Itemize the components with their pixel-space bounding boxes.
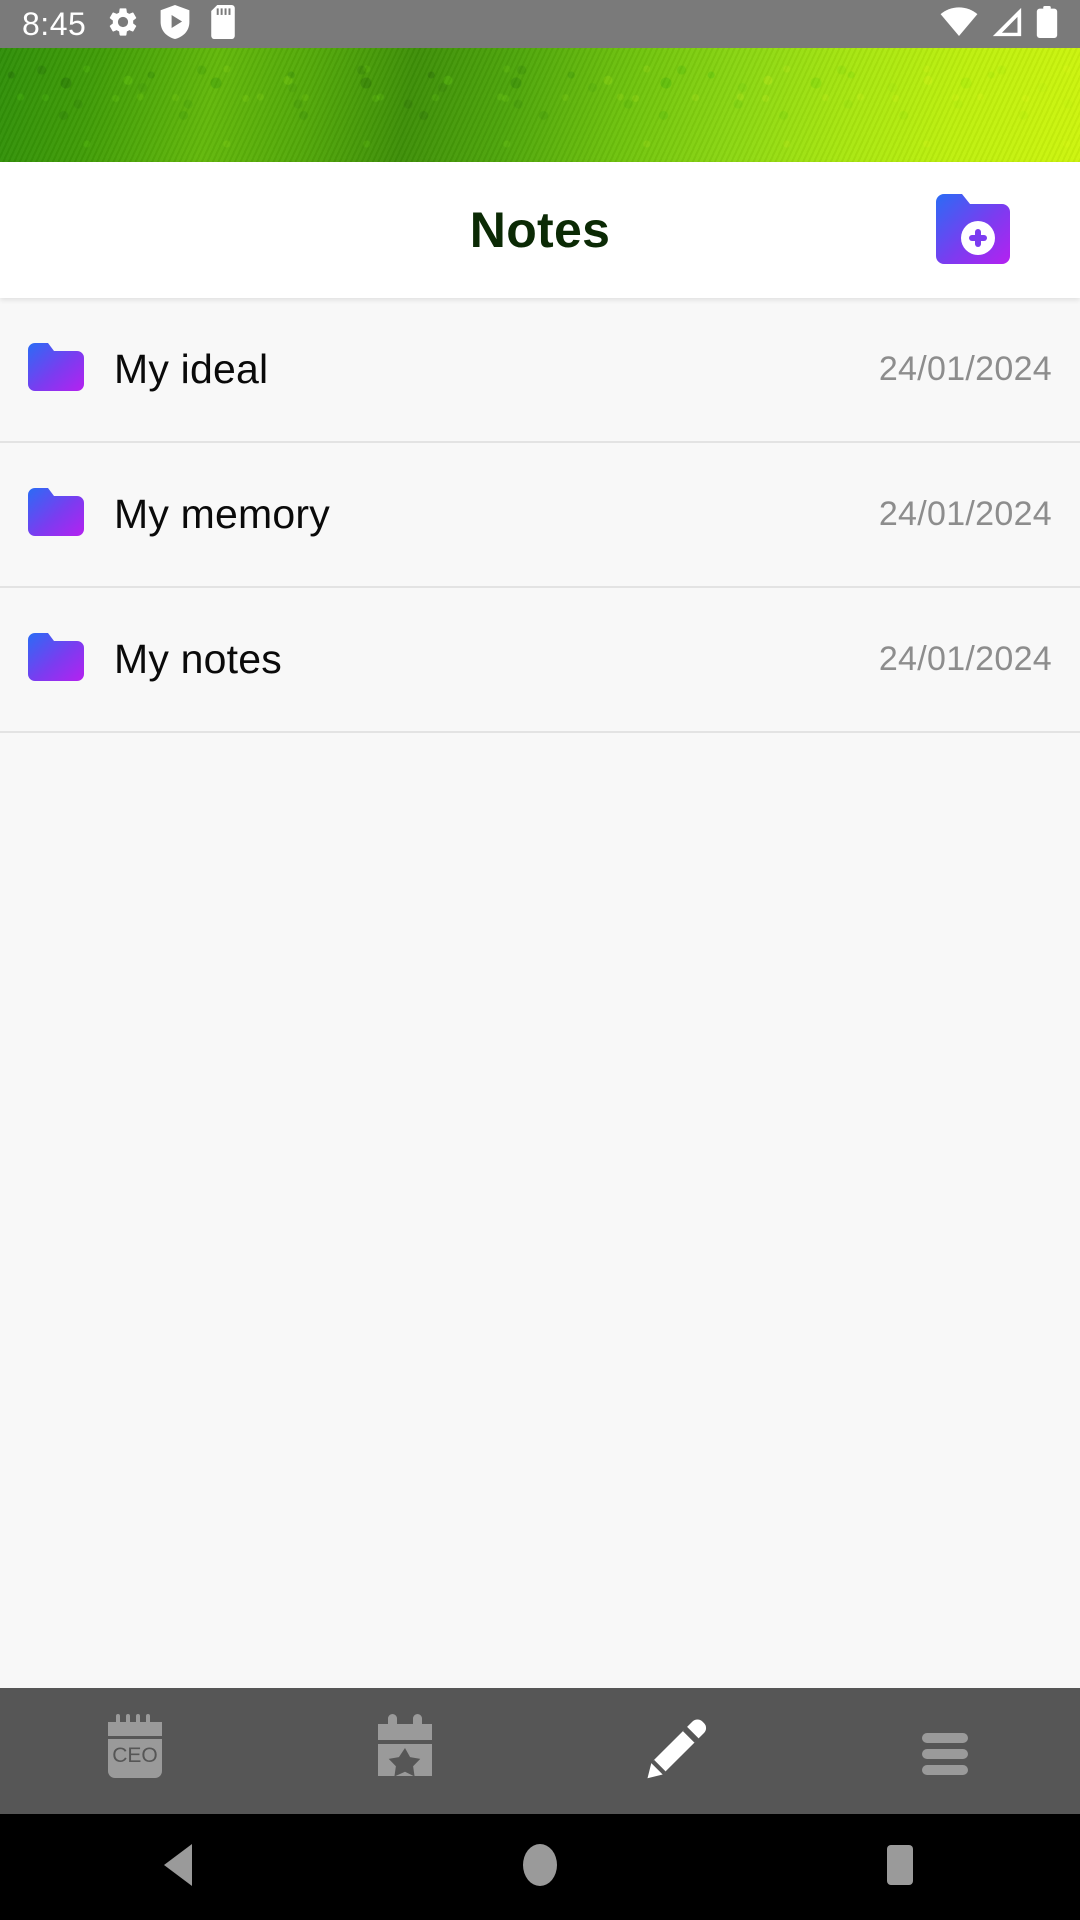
status-bar: 8:45 <box>0 0 1080 48</box>
sd-card-icon <box>210 4 236 44</box>
tab-menu[interactable] <box>810 1688 1080 1814</box>
row-date: 24/01/2024 <box>878 350 1052 388</box>
folder-list: My ideal 24/01/2024 My memory 24/01/2024… <box>0 298 1080 1688</box>
row-date: 24/01/2024 <box>878 495 1052 533</box>
pencil-icon <box>640 1712 710 1791</box>
row-title: My notes <box>114 636 282 682</box>
status-bar-left: 8:45 <box>22 4 236 44</box>
android-navigation-bar <box>0 1814 1080 1920</box>
gear-icon <box>106 5 140 44</box>
status-bar-right <box>940 5 1058 43</box>
tab-edit[interactable] <box>540 1688 810 1814</box>
add-folder-button[interactable] <box>932 194 1014 266</box>
app-header: Notes <box>0 162 1080 298</box>
status-bar-clock: 8:45 <box>22 5 87 42</box>
cellular-signal-icon <box>990 7 1024 42</box>
phone-screen: 8:45 Notes My ideal 24/01/2024 My memory… <box>0 0 1080 1920</box>
back-triangle-icon <box>160 1842 200 1893</box>
table-row[interactable]: My notes 24/01/2024 <box>0 588 1080 733</box>
recents-square-icon <box>879 1842 921 1893</box>
banner-grain-layer <box>0 48 1080 162</box>
folder-icon <box>28 633 84 686</box>
green-texture-banner <box>0 48 1080 162</box>
row-title: My memory <box>114 491 330 537</box>
nav-back-button[interactable] <box>0 1814 360 1920</box>
row-date: 24/01/2024 <box>878 640 1052 678</box>
page-title: Notes <box>469 202 611 258</box>
calendar-star-icon <box>370 1712 440 1791</box>
table-row[interactable]: My memory 24/01/2024 <box>0 443 1080 588</box>
nav-recents-button[interactable] <box>720 1814 1080 1920</box>
row-title: My ideal <box>114 346 269 392</box>
folder-icon <box>28 488 84 541</box>
nav-home-button[interactable] <box>360 1814 720 1920</box>
home-circle-icon <box>517 1842 563 1893</box>
tab-notepad[interactable]: CEO <box>0 1688 270 1814</box>
battery-icon <box>1036 5 1058 43</box>
notepad-ceo-icon: CEO <box>100 1712 170 1791</box>
folder-plus-icon <box>936 194 1010 264</box>
bottom-tab-bar: CEO <box>0 1688 1080 1814</box>
wifi-icon <box>940 6 978 42</box>
tab-calendar[interactable] <box>270 1688 540 1814</box>
table-row[interactable]: My ideal 24/01/2024 <box>0 298 1080 443</box>
play-protect-icon <box>160 4 190 44</box>
folder-icon <box>28 343 84 396</box>
notepad-label: CEO <box>112 1744 158 1767</box>
hamburger-menu-icon <box>910 1712 980 1791</box>
